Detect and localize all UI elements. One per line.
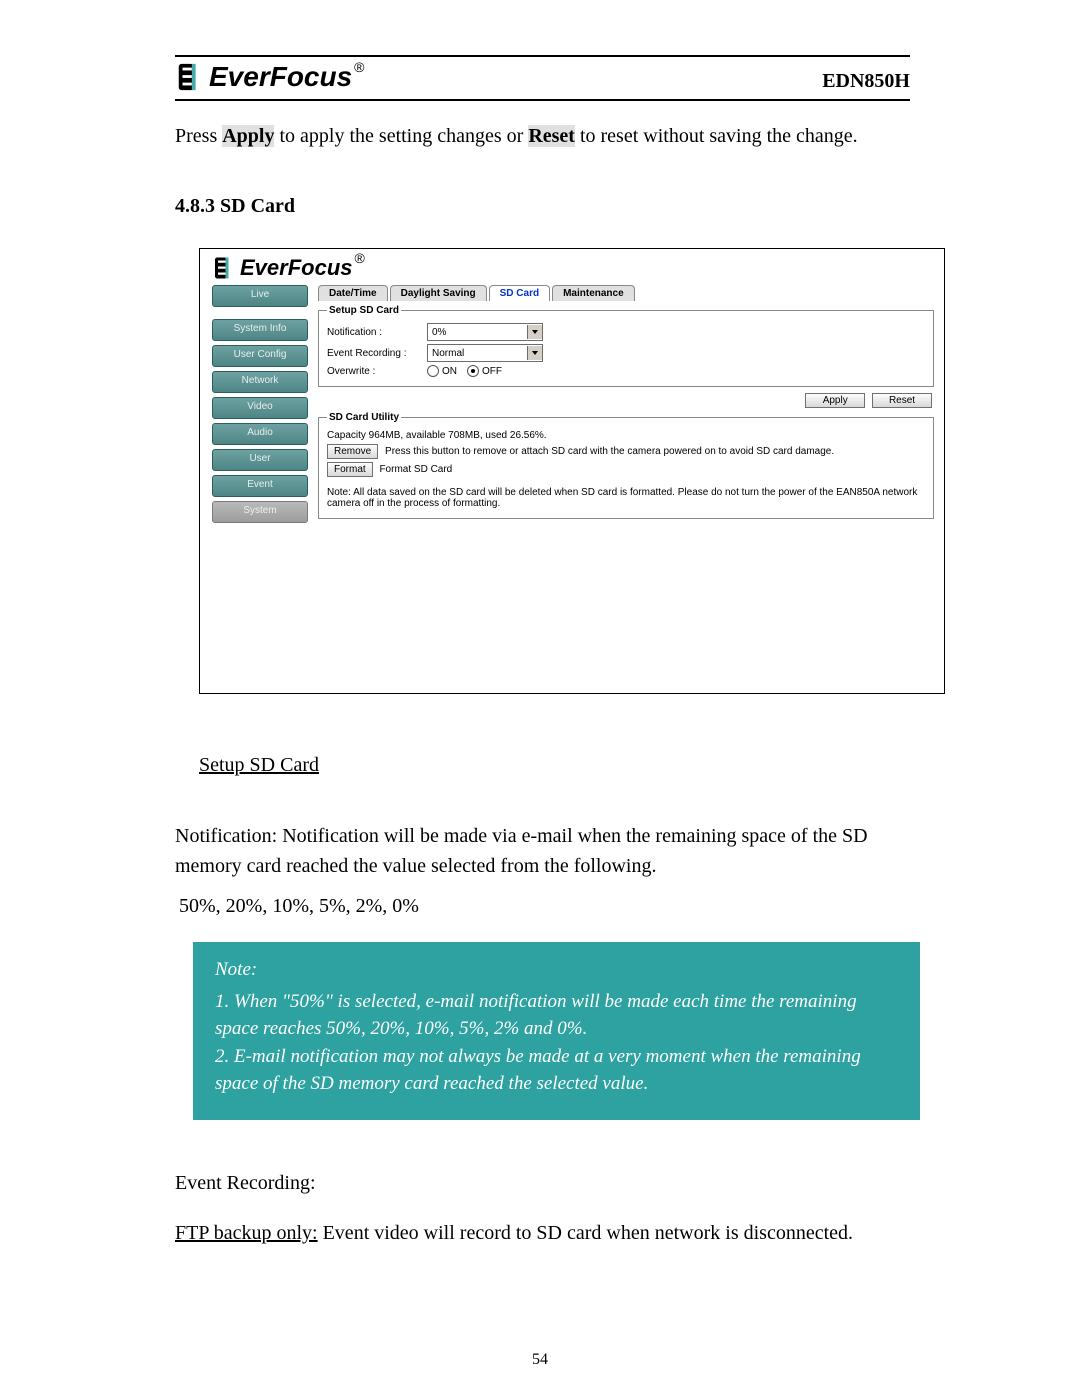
tab-date-time[interactable]: Date/Time bbox=[318, 285, 388, 301]
brand-name: EverFocus bbox=[209, 61, 352, 93]
ftp-paragraph: FTP backup only: Event video will record… bbox=[175, 1218, 910, 1248]
sidebar-item-user[interactable]: User bbox=[212, 449, 308, 471]
apply-word: Apply bbox=[222, 125, 274, 147]
setup-sd-card-group: Setup SD Card Notification : 0% Event Re… bbox=[318, 305, 934, 387]
note-line-2: 2. E-mail notification may not always be… bbox=[215, 1043, 898, 1098]
button-row: Apply Reset bbox=[318, 393, 932, 408]
event-recording-value: Normal bbox=[432, 348, 464, 359]
app-header: EverFocus ® bbox=[200, 249, 944, 285]
sidebar-item-event[interactable]: Event bbox=[212, 475, 308, 497]
radio-icon bbox=[467, 365, 479, 377]
intro-paragraph: Press Apply to apply the setting changes… bbox=[175, 121, 910, 151]
app-window: EverFocus ® Live System Info User Config… bbox=[199, 248, 945, 694]
radio-label: OFF bbox=[482, 366, 502, 377]
page-number: 54 bbox=[0, 1351, 1080, 1369]
chevron-down-icon bbox=[527, 325, 542, 339]
brand-logo: EverFocus ® bbox=[175, 61, 365, 93]
capacity-text: Capacity 964MB, available 708MB, used 26… bbox=[327, 430, 925, 441]
event-recording-heading: Event Recording: bbox=[175, 1168, 910, 1198]
remove-button[interactable]: Remove bbox=[327, 444, 378, 459]
app-brand-name: EverFocus bbox=[240, 255, 353, 281]
overwrite-off-radio[interactable]: OFF bbox=[467, 365, 502, 377]
radio-label: ON bbox=[442, 366, 457, 377]
event-recording-select[interactable]: Normal bbox=[427, 344, 543, 362]
app-brand-logo: EverFocus ® bbox=[212, 255, 932, 281]
ftp-text: Event video will record to SD card when … bbox=[318, 1222, 853, 1244]
tab-sd-card[interactable]: SD Card bbox=[489, 285, 550, 301]
registered-mark: ® bbox=[354, 59, 364, 75]
document-page: EverFocus ® EDN850H Press Apply to apply… bbox=[0, 0, 1080, 1397]
model-number: EDN850H bbox=[822, 70, 910, 93]
everfocus-icon bbox=[175, 62, 205, 92]
notification-label: Notification : bbox=[327, 327, 427, 338]
sidebar-item-network[interactable]: Network bbox=[212, 371, 308, 393]
format-button[interactable]: Format bbox=[327, 462, 373, 477]
remove-text: Press this button to remove or attach SD… bbox=[385, 446, 834, 457]
note-box: Note: 1. When "50%" is selected, e-mail … bbox=[193, 942, 920, 1120]
note-line-1: 1. When "50%" is selected, e-mail notifi… bbox=[215, 988, 898, 1043]
sidebar-item-system[interactable]: System bbox=[212, 501, 308, 523]
overwrite-on-radio[interactable]: ON bbox=[427, 365, 457, 377]
text: to reset without saving the change. bbox=[575, 125, 858, 147]
page-header: EverFocus ® EDN850H bbox=[175, 55, 910, 101]
section-heading: 4.8.3 SD Card bbox=[175, 195, 910, 218]
setup-subheading: Setup SD Card bbox=[199, 754, 319, 777]
tab-bar: Date/Time Daylight Saving SD Card Mainte… bbox=[318, 285, 934, 301]
overwrite-label: Overwrite : bbox=[327, 366, 427, 377]
chevron-down-icon bbox=[527, 346, 542, 360]
text: to apply the setting changes or bbox=[274, 125, 528, 147]
event-recording-label: Event Recording : bbox=[327, 348, 427, 359]
percent-values: 50%, 20%, 10%, 5%, 2%, 0% bbox=[179, 895, 910, 918]
setup-legend: Setup SD Card bbox=[327, 305, 401, 316]
tab-daylight-saving[interactable]: Daylight Saving bbox=[390, 285, 487, 301]
ftp-label: FTP backup only: bbox=[175, 1222, 318, 1244]
everfocus-icon bbox=[212, 256, 236, 280]
text: Press bbox=[175, 125, 222, 147]
registered-mark: ® bbox=[355, 250, 365, 266]
notification-value: 0% bbox=[432, 327, 446, 338]
note-title: Note: bbox=[215, 956, 898, 984]
sidebar-item-user-config[interactable]: User Config bbox=[212, 345, 308, 367]
reset-button[interactable]: Reset bbox=[872, 393, 932, 408]
main-panel: Date/Time Daylight Saving SD Card Mainte… bbox=[318, 285, 934, 665]
sidebar-item-system-info[interactable]: System Info bbox=[212, 319, 308, 341]
format-text: Format SD Card bbox=[379, 464, 452, 475]
utility-note: Note: All data saved on the SD card will… bbox=[327, 487, 925, 509]
notification-select[interactable]: 0% bbox=[427, 323, 543, 341]
radio-icon bbox=[427, 365, 439, 377]
sidebar-item-live[interactable]: Live bbox=[212, 285, 308, 307]
notification-paragraph: Notification: Notification will be made … bbox=[175, 821, 910, 881]
tab-maintenance[interactable]: Maintenance bbox=[552, 285, 635, 301]
utility-legend: SD Card Utility bbox=[327, 412, 401, 423]
apply-button[interactable]: Apply bbox=[805, 393, 865, 408]
sd-card-utility-group: SD Card Utility Capacity 964MB, availabl… bbox=[318, 412, 934, 519]
sidebar-item-audio[interactable]: Audio bbox=[212, 423, 308, 445]
reset-word: Reset bbox=[528, 125, 575, 147]
sidebar: Live System Info User Config Network Vid… bbox=[212, 285, 308, 527]
sidebar-item-video[interactable]: Video bbox=[212, 397, 308, 419]
